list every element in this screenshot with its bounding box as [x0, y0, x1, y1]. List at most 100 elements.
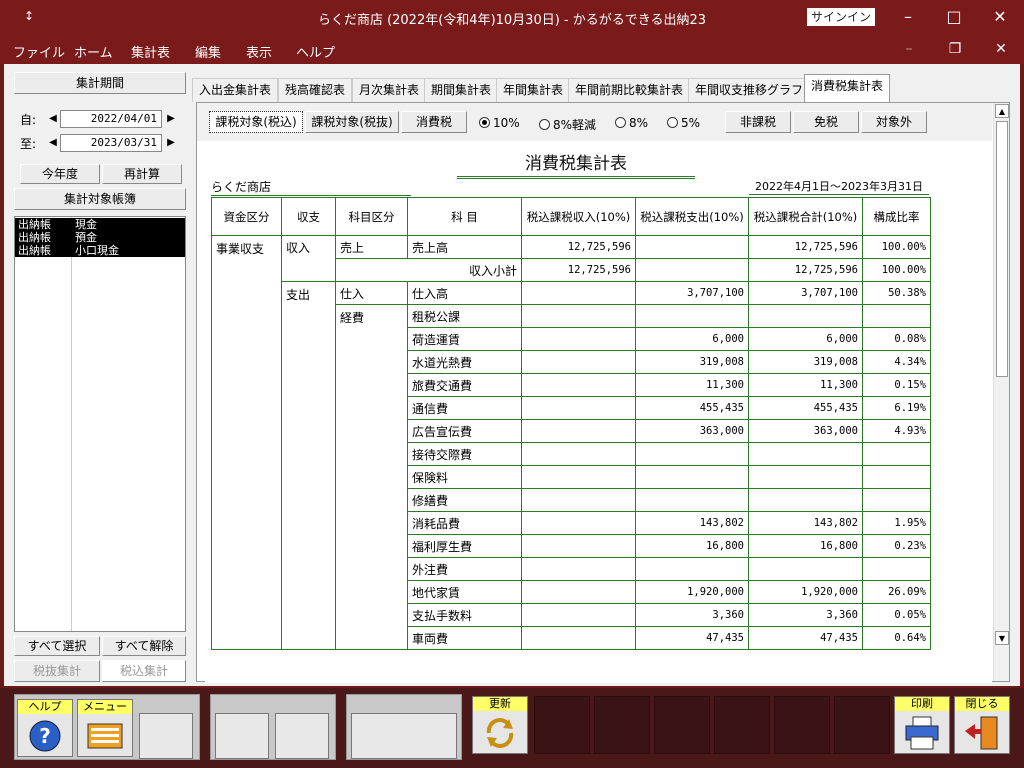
table-row: 事業収支 収入 売上 売上高 12,725,596 12,725,596 100… [211, 235, 931, 650]
refresh-button[interactable]: 更新 [472, 696, 528, 754]
scroll-up-icon[interactable]: ▲ [995, 104, 1009, 118]
ratio-cell: 4.34% [862, 350, 931, 374]
rate-5-radio[interactable]: 5% [667, 116, 700, 130]
nontax-button[interactable]: 非課税 [725, 111, 791, 133]
footer-group-1: ヘルプ ? メニュー [14, 694, 200, 760]
tab-period[interactable]: 期間集計表 [424, 78, 499, 102]
minimize-icon[interactable]: – [888, 4, 928, 30]
list-item[interactable]: 出納帳 小口現金 [15, 244, 185, 257]
header-income: 税込課税収入(10%) [521, 197, 636, 236]
expense-cell: 319,008 [635, 350, 749, 374]
rate-8-reduced-radio[interactable]: 8%軽減 [539, 116, 596, 133]
ratio-cell [862, 557, 931, 581]
total-cell [748, 488, 863, 512]
subtotal-label: 収入小計 [335, 258, 522, 282]
signin-button[interactable]: サインイン [807, 8, 875, 26]
company-name: らくだ商店 [211, 178, 411, 196]
expense-cell: 6,000 [635, 327, 749, 351]
income-cell [521, 442, 636, 466]
rate-8-radio[interactable]: 8% [615, 116, 648, 130]
exempt-button[interactable]: 免税 [793, 111, 859, 133]
maximize-icon[interactable]: □ [934, 4, 974, 30]
total-cell [748, 442, 863, 466]
total-cell: 6,000 [748, 327, 863, 351]
tab-cashflow[interactable]: 入出金集計表 [192, 78, 279, 102]
client-area: 集計期間 自: ◀ 2022/04/01 ▶ 至: ◀ 2023/03/31 ▶… [4, 64, 1020, 686]
taxable-incl-button[interactable]: 課税対象(税込) [209, 111, 303, 133]
list-item[interactable]: 出納帳 預金 [15, 231, 185, 244]
book-list[interactable]: 出納帳 現金 出納帳 預金 出納帳 小口現金 [14, 216, 186, 632]
ratio-cell [862, 304, 931, 328]
mdi-minimize-icon[interactable]: – [894, 38, 924, 60]
table-row: 収入小計 12,725,596 12,725,596 100.00% [212, 258, 931, 282]
expense-cell [635, 258, 749, 282]
rate-10-radio[interactable]: 10% [479, 116, 520, 130]
from-next-icon[interactable]: ▶ [164, 110, 178, 128]
tab-annual[interactable]: 年間集計表 [496, 78, 571, 102]
total-cell [748, 557, 863, 581]
this-year-button[interactable]: 今年度 [20, 164, 100, 184]
close-app-button[interactable]: 閉じる [954, 696, 1010, 754]
expense-cell [635, 465, 749, 489]
income-cell: 12,725,596 [521, 235, 636, 259]
income-cell [521, 465, 636, 489]
ratio-cell [862, 442, 931, 466]
from-prev-icon[interactable]: ◀ [46, 110, 60, 128]
to-next-icon[interactable]: ▶ [164, 134, 178, 152]
footer-disabled-slot [654, 696, 710, 754]
deselect-all-button[interactable]: すべて解除 [102, 636, 186, 656]
ratio-cell: 0.23% [862, 534, 931, 558]
ratio-cell: 6.19% [862, 396, 931, 420]
scroll-thumb[interactable] [996, 121, 1008, 377]
print-button[interactable]: 印刷 [894, 696, 950, 754]
menu-edit[interactable]: 編集 [195, 42, 221, 61]
outside-button[interactable]: 対象外 [861, 111, 927, 133]
close-icon[interactable]: ✕ [980, 4, 1020, 30]
tab-consumption-tax[interactable]: 消費税集計表 [804, 74, 891, 102]
mdi-close-icon[interactable]: ✕ [986, 38, 1016, 60]
to-prev-icon[interactable]: ◀ [46, 134, 60, 152]
tax-excl-tab[interactable]: 税抜集計 [14, 660, 100, 682]
list-item[interactable]: 出納帳 現金 [15, 218, 185, 231]
menu-file[interactable]: ファイル [13, 42, 65, 61]
menu-help[interactable]: ヘルプ [296, 42, 335, 61]
total-cell: 3,360 [748, 603, 863, 627]
item-cell: 保険料 [407, 465, 522, 489]
recalc-button[interactable]: 再計算 [102, 164, 182, 184]
item-cell: 福利厚生費 [407, 534, 522, 558]
vertical-scrollbar[interactable]: ▲ ▼ [993, 103, 1009, 681]
select-all-button[interactable]: すべて選択 [14, 636, 100, 656]
income-cell [521, 327, 636, 351]
total-cell: 1,920,000 [748, 580, 863, 604]
scroll-down-icon[interactable]: ▼ [995, 631, 1009, 645]
ratio-cell: 100.00% [862, 235, 931, 259]
report-toolbar: 課税対象(税込) 課税対象(税抜) 消費税 10% 8%軽減 8% 5% 非課税… [197, 103, 992, 141]
menu-button[interactable]: メニュー [77, 699, 133, 757]
from-date-field[interactable]: 2022/04/01 [60, 110, 162, 128]
footer-empty-slot [351, 713, 457, 759]
help-icon: ? [29, 720, 61, 752]
menu-home[interactable]: ホーム [74, 42, 113, 61]
tax-button[interactable]: 消費税 [401, 111, 467, 133]
to-date-field[interactable]: 2023/03/31 [60, 134, 162, 152]
table-row: 支出 仕入 仕入高 3,707,100 3,707,100 50.38% [212, 281, 931, 650]
tab-annual-compare[interactable]: 年間前期比較集計表 [568, 78, 691, 102]
ratio-cell: 0.15% [862, 373, 931, 397]
menu-view[interactable]: 表示 [246, 42, 272, 61]
tab-monthly[interactable]: 月次集計表 [352, 78, 427, 102]
mdi-restore-icon[interactable]: ❐ [940, 38, 970, 60]
report-period: 2022年4月1日～2023年3月31日 [749, 178, 929, 195]
ratio-cell [862, 488, 931, 512]
tab-annual-graph[interactable]: 年間収支推移グラフ [688, 78, 811, 102]
header-item: 科 目 [407, 197, 522, 236]
ratio-cell: 0.64% [862, 626, 931, 650]
item-cell: 消耗品費 [407, 511, 522, 535]
ratio-cell: 0.05% [862, 603, 931, 627]
help-button[interactable]: ヘルプ ? [17, 699, 73, 757]
tab-balance[interactable]: 残高確認表 [278, 78, 353, 102]
tax-incl-tab[interactable]: 税込集計 [102, 660, 186, 682]
taxable-excl-button[interactable]: 課税対象(税抜) [305, 111, 399, 133]
item-cell: 売上高 [407, 235, 522, 259]
category-cell: 仕入 [335, 281, 408, 305]
menu-report[interactable]: 集計表 [131, 42, 170, 61]
